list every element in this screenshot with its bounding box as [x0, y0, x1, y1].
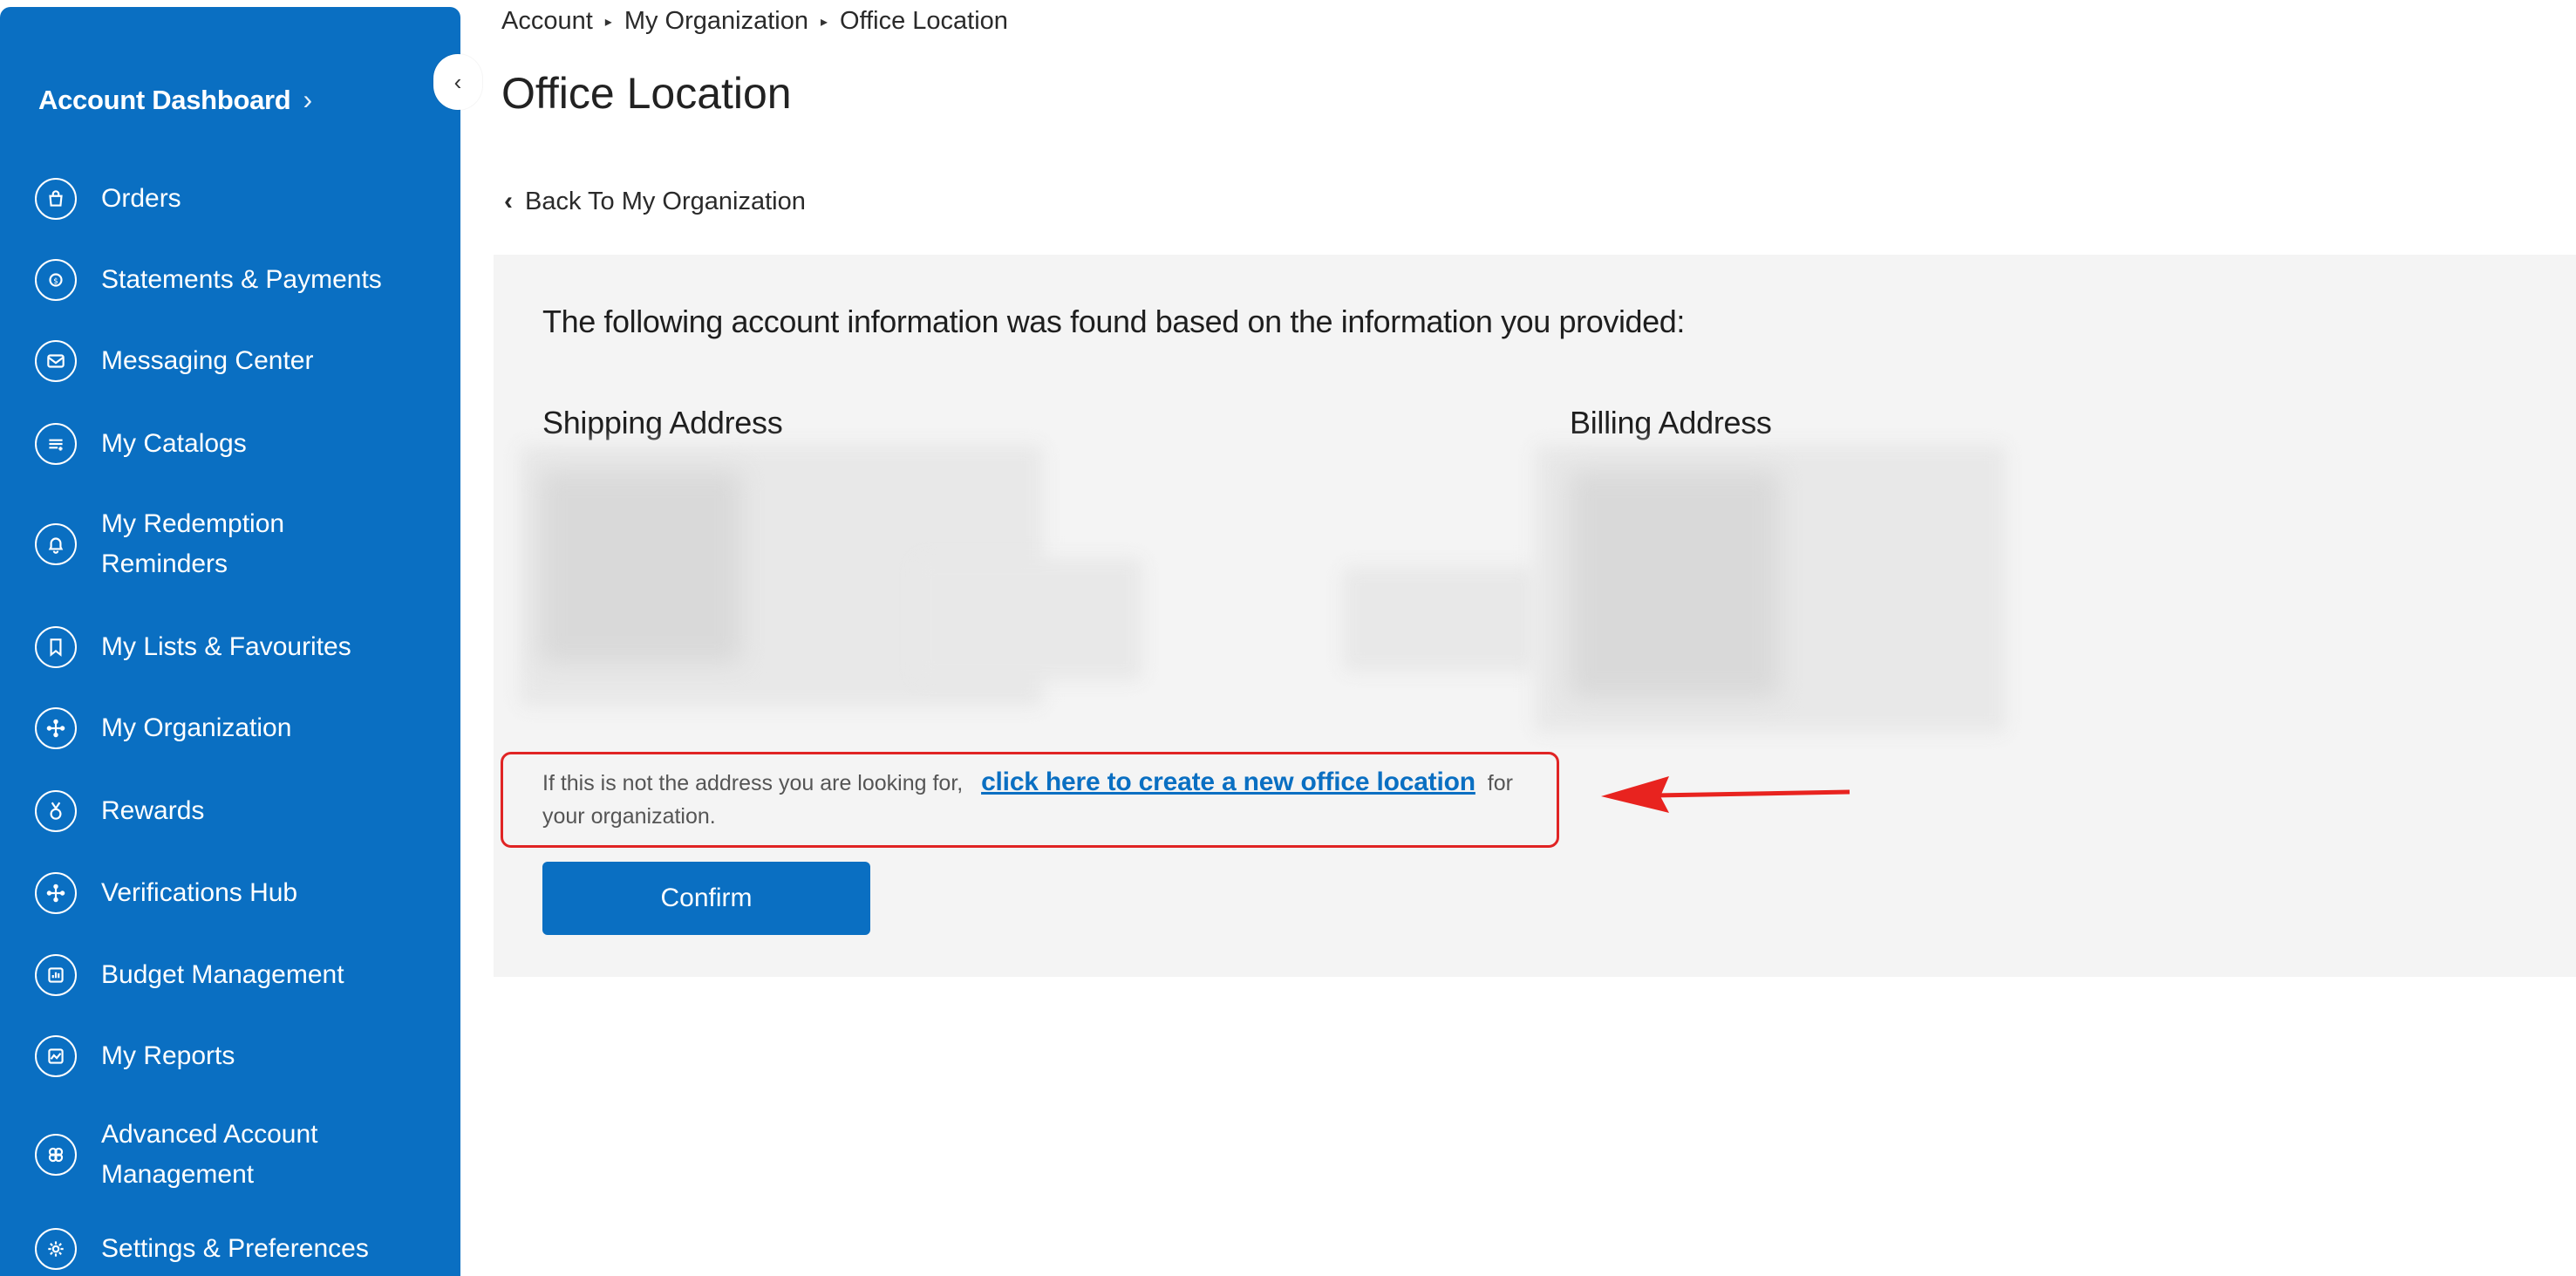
confirm-button[interactable]: Confirm — [542, 862, 870, 935]
bell-icon — [35, 523, 77, 565]
breadcrumb: Account ▸ My Organization ▸ Office Locat… — [501, 7, 1008, 36]
bar-chart-icon — [35, 954, 77, 996]
billing-address-heading: Billing Address — [1570, 405, 1772, 440]
sidebar-item-label: My Lists & Favourites — [101, 632, 351, 661]
sidebar-item-label: Rewards — [101, 796, 205, 825]
sidebar-item-label: Messaging Center — [101, 346, 314, 375]
sidebar-item-verifications-hub[interactable]: Verifications Hub — [35, 872, 297, 914]
sidebar-item-label: Orders — [101, 184, 181, 213]
sidebar-item-label: Statements & Payments — [101, 265, 382, 294]
sidebar-item-my-redemption-reminders[interactable]: My Redemption Reminders — [35, 504, 363, 584]
sidebar-item-settings-preferences[interactable]: Settings & Preferences — [35, 1228, 369, 1270]
sidebar-item-my-lists-favourites[interactable]: My Lists & Favourites — [35, 626, 351, 668]
chevron-left-icon: ‹ — [504, 187, 513, 215]
sidebar-item-budget-management[interactable]: Budget Management — [35, 954, 344, 996]
gear-icon — [35, 1228, 77, 1270]
sidebar-item-label: My Redemption Reminders — [101, 509, 285, 578]
sidebar-item-statements-payments[interactable]: $ Statements & Payments — [35, 259, 382, 301]
new-office-location-note: If this is not the address you are looki… — [542, 766, 1528, 833]
red-arrow-annotation-icon — [1601, 776, 1850, 813]
hub-icon — [35, 872, 77, 914]
breadcrumb-item-account[interactable]: Account — [501, 7, 593, 36]
account-info-message: The following account information was fo… — [542, 304, 1686, 339]
shopping-bag-icon — [35, 178, 77, 220]
back-link-label: Back To My Organization — [525, 187, 806, 215]
chevron-left-icon: ‹ — [453, 68, 462, 95]
sidebar-item-label: My Organization — [101, 713, 292, 742]
sidebar: ‹ Account Dashboard › Orders $ Statement… — [0, 7, 482, 1276]
page-title: Office Location — [501, 69, 792, 118]
settings-cluster-icon — [35, 1134, 77, 1176]
sidebar-item-label: Advanced Account Management — [101, 1120, 318, 1189]
trend-icon — [35, 1035, 77, 1077]
sidebar-item-my-catalogs[interactable]: My Catalogs — [35, 423, 247, 465]
back-to-my-organization-link[interactable]: ‹ Back To My Organization — [504, 187, 806, 216]
sidebar-item-messaging-center[interactable]: Messaging Center — [35, 340, 313, 382]
sidebar-item-my-organization[interactable]: My Organization — [35, 707, 291, 749]
medal-icon — [35, 790, 77, 832]
account-dashboard-link[interactable]: Account Dashboard › — [38, 84, 312, 116]
note-prefix: If this is not the address you are looki… — [542, 771, 964, 795]
breadcrumb-separator-icon: ▸ — [604, 14, 612, 30]
list-icon — [35, 423, 77, 465]
org-chart-icon — [35, 707, 77, 749]
breadcrumb-item-my-organization[interactable]: My Organization — [624, 7, 808, 36]
account-dashboard-label: Account Dashboard — [38, 84, 291, 115]
sidebar-item-my-reports[interactable]: My Reports — [35, 1035, 235, 1077]
sidebar-collapse-button[interactable]: ‹ — [433, 54, 482, 110]
sidebar-item-advanced-account-management[interactable]: Advanced Account Management — [35, 1115, 363, 1195]
sidebar-item-orders[interactable]: Orders — [35, 178, 181, 220]
sidebar-item-label: My Reports — [101, 1041, 235, 1070]
sidebar-item-label: My Catalogs — [101, 429, 247, 458]
create-new-office-location-link[interactable]: click here to create a new office locati… — [981, 768, 1475, 796]
shipping-address-heading: Shipping Address — [542, 405, 783, 440]
bookmark-icon — [35, 626, 77, 668]
chevron-right-icon: › — [303, 84, 312, 115]
svg-text:$: $ — [53, 277, 58, 286]
sidebar-item-label: Settings & Preferences — [101, 1234, 369, 1263]
breadcrumb-separator-icon: ▸ — [820, 14, 828, 30]
sidebar-item-label: Verifications Hub — [101, 878, 298, 907]
sidebar-item-label: Budget Management — [101, 960, 344, 989]
sidebar-item-rewards[interactable]: Rewards — [35, 790, 204, 832]
breadcrumb-item-office-location: Office Location — [840, 7, 1008, 35]
coin-icon: $ — [35, 259, 77, 301]
envelope-icon — [35, 340, 77, 382]
